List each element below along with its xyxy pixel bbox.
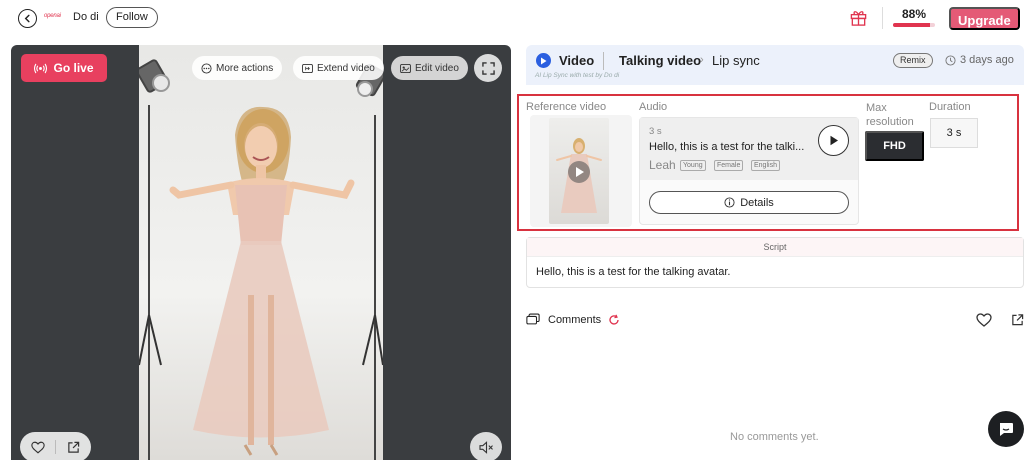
generation-subline: AI Lip Sync with test by Do di bbox=[535, 72, 620, 79]
more-actions-label: More actions bbox=[216, 62, 274, 74]
brand-logo[interactable]: openai bbox=[44, 13, 61, 19]
reference-video-label: Reference video bbox=[526, 101, 607, 113]
reference-thumbnail-image bbox=[556, 138, 602, 213]
video-scene-image bbox=[139, 59, 383, 460]
video-frame bbox=[139, 45, 383, 460]
info-icon bbox=[724, 197, 735, 208]
share-icon[interactable] bbox=[67, 441, 80, 454]
header-divider bbox=[603, 52, 604, 70]
remix-button[interactable]: Remix bbox=[893, 53, 933, 68]
details-button[interactable]: Details bbox=[649, 191, 849, 214]
voice-tag-female: Female bbox=[714, 160, 744, 171]
comments-icon bbox=[526, 313, 540, 326]
clock-icon bbox=[945, 54, 956, 66]
follow-button[interactable]: Follow bbox=[106, 7, 158, 28]
edit-video-label: Edit video bbox=[415, 62, 459, 74]
voice-name: Leah bbox=[649, 158, 676, 172]
breadcrumb-lip-sync[interactable]: Lip sync bbox=[712, 53, 760, 68]
play-icon bbox=[829, 135, 839, 146]
video-like-share-group bbox=[20, 432, 91, 460]
gift-icon[interactable] bbox=[849, 8, 868, 27]
audio-duration: 3 s bbox=[649, 126, 662, 137]
edit-video-button[interactable]: Edit video bbox=[391, 56, 468, 80]
script-header: Script bbox=[527, 238, 1023, 257]
heart-icon[interactable] bbox=[976, 313, 992, 327]
duration-value: 3 s bbox=[930, 118, 978, 148]
broadcast-icon bbox=[34, 63, 48, 74]
more-actions-button[interactable]: More actions bbox=[192, 56, 283, 80]
comments-label: Comments bbox=[548, 314, 602, 326]
fullscreen-icon[interactable] bbox=[474, 54, 502, 82]
username[interactable]: Do di bbox=[73, 11, 99, 23]
more-dots-icon bbox=[201, 62, 212, 74]
no-comments-text: No comments yet. bbox=[730, 431, 819, 443]
video-type-label: Video bbox=[559, 53, 595, 68]
share-icon[interactable] bbox=[1011, 313, 1024, 327]
chat-icon[interactable] bbox=[988, 411, 1024, 447]
back-arrow-icon[interactable] bbox=[18, 9, 37, 28]
go-live-button[interactable]: Go live bbox=[21, 54, 107, 82]
like-share-divider bbox=[55, 440, 57, 454]
audio-text: Hello, this is a test for the talki... bbox=[649, 141, 805, 153]
video-type-icon bbox=[536, 53, 551, 68]
breadcrumb-talking-video[interactable]: Talking video bbox=[619, 53, 701, 68]
usage-progress-fill bbox=[893, 23, 930, 27]
refresh-icon[interactable] bbox=[608, 314, 620, 326]
topbar-divider bbox=[882, 7, 883, 29]
max-resolution-label: Max resolution bbox=[866, 102, 914, 128]
edit-icon bbox=[400, 63, 411, 73]
breadcrumb-chevron-icon: › bbox=[700, 54, 704, 66]
usage-progress-bar bbox=[893, 23, 935, 27]
audio-label: Audio bbox=[639, 101, 668, 113]
reference-video-thumbnail[interactable] bbox=[549, 118, 609, 224]
time-ago-label: 3 days ago bbox=[960, 54, 1014, 66]
voice-tag-young: Young bbox=[680, 160, 706, 171]
duration-label: Duration bbox=[929, 101, 971, 113]
script-text: Hello, this is a test for the talking av… bbox=[536, 266, 731, 278]
go-live-label: Go live bbox=[53, 61, 94, 75]
audio-play-button[interactable] bbox=[818, 125, 849, 156]
heart-icon[interactable] bbox=[31, 441, 45, 454]
usage-percent: 88% bbox=[901, 7, 927, 21]
extend-icon bbox=[302, 63, 313, 73]
video-player[interactable]: Go live More actions Extend video Edit v… bbox=[11, 45, 511, 460]
resolution-value[interactable]: FHD bbox=[865, 131, 924, 161]
upgrade-button[interactable]: Upgrade bbox=[949, 7, 1020, 30]
top-bar: openai Do di Follow 88% Upgrade bbox=[0, 0, 1024, 38]
voice-tag-english: English bbox=[751, 160, 780, 171]
mute-icon[interactable] bbox=[470, 432, 502, 460]
extend-video-label: Extend video bbox=[317, 62, 375, 74]
details-label: Details bbox=[740, 196, 774, 209]
created-time: 3 days ago bbox=[945, 54, 1014, 66]
extend-video-button[interactable]: Extend video bbox=[293, 56, 384, 80]
